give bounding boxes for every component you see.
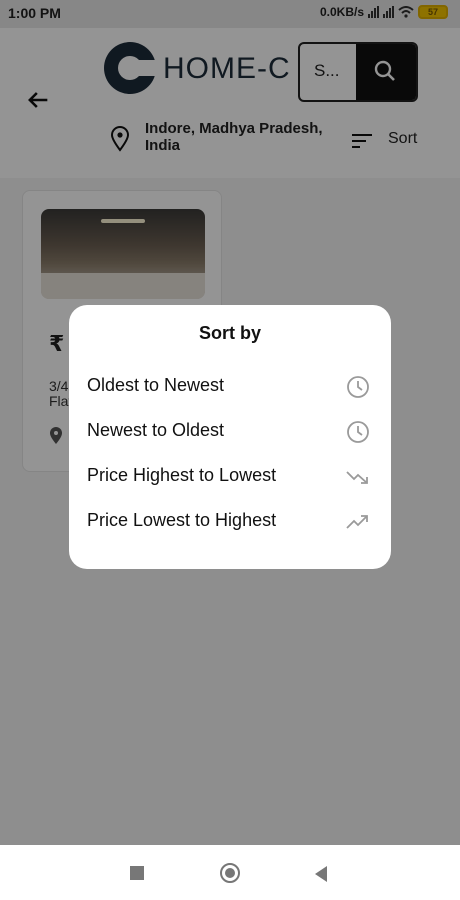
sort-option-label: Newest to Oldest — [87, 420, 225, 440]
app-screen: 1:00 PM 0.0KB/s 57 HOME-C S... Indore, M… — [0, 0, 460, 900]
sort-option-oldest-newest[interactable]: Oldest to Newest — [69, 364, 391, 408]
sort-option-label: Oldest to Newest — [87, 375, 225, 395]
dialog-title: Sort by — [198, 323, 261, 343]
sort-option-newest-oldest[interactable]: Newest to Oldest — [69, 409, 391, 453]
sort-option-price-low-high[interactable]: Price Lowest to Highest — [69, 499, 391, 543]
sort-dialog: Sort by Oldest to Newest Newest to Oldes… — [69, 305, 391, 569]
clock-icon — [347, 421, 369, 443]
clock-icon — [347, 376, 369, 398]
home-icon[interactable] — [220, 863, 240, 883]
sort-option-label: Price Lowest to Highest — [87, 510, 277, 530]
recents-icon[interactable] — [130, 866, 144, 880]
sort-option-label: Price Highest to Lowest — [87, 465, 277, 485]
sort-option-price-high-low[interactable]: Price Highest to Lowest — [69, 454, 391, 498]
trending-down-icon — [346, 471, 368, 484]
system-nav-bar — [0, 845, 460, 900]
back-icon[interactable] — [315, 866, 327, 882]
trending-up-icon — [346, 515, 368, 529]
